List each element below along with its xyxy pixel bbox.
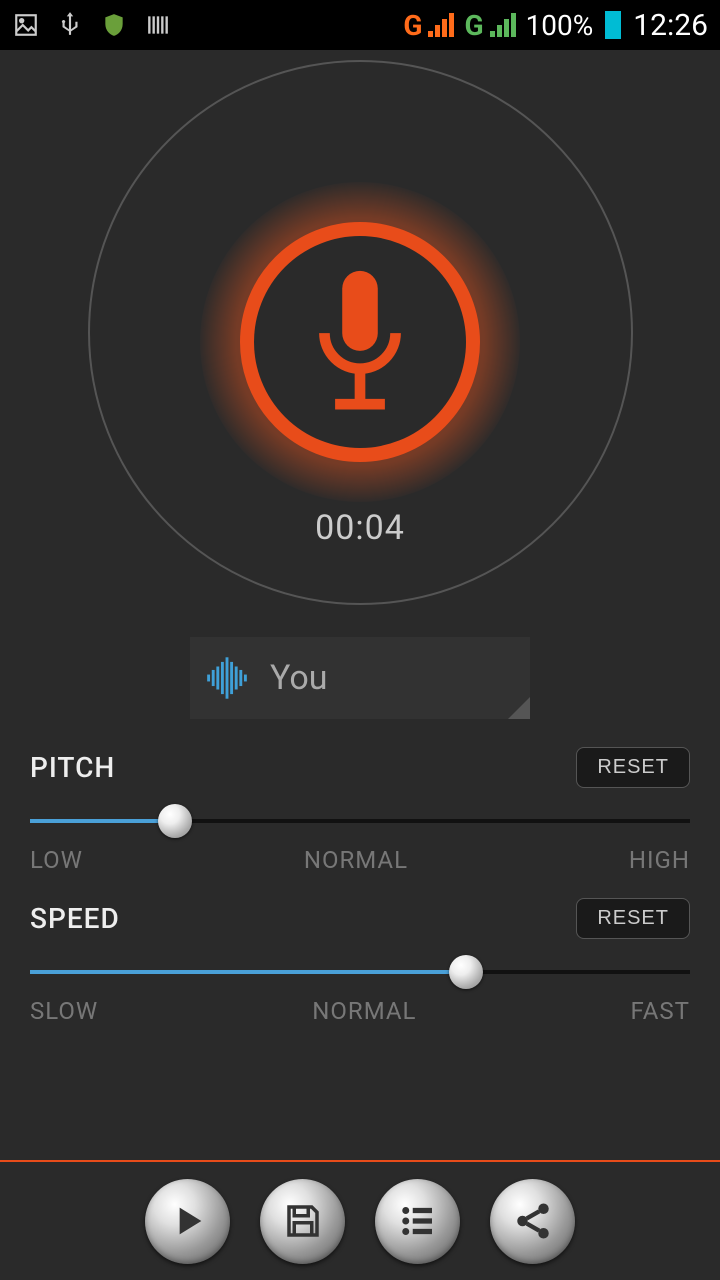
image-icon (12, 11, 40, 39)
barcode-icon (144, 11, 172, 39)
voice-preset-selector[interactable]: You (190, 637, 530, 719)
pitch-thumb[interactable] (158, 804, 192, 838)
pitch-reset-button[interactable]: RESET (576, 747, 690, 788)
app-area: 00:04 You PITCH RESET (0, 50, 720, 1280)
recording-timer: 00:04 (315, 508, 405, 548)
shield-icon (100, 11, 128, 39)
speed-label-fast: FAST (630, 997, 690, 1025)
speed-slider[interactable] (30, 955, 690, 989)
speed-title: SPEED (30, 902, 120, 935)
play-icon (168, 1201, 208, 1241)
signal2-icon (490, 13, 516, 37)
battery-percentage: 100% (526, 9, 594, 42)
speed-thumb[interactable] (449, 955, 483, 989)
status-left (12, 11, 172, 39)
network1-type: G (403, 9, 422, 42)
pitch-label-low: LOW (30, 846, 83, 874)
record-zone: 00:04 (0, 50, 720, 605)
speed-reset-button[interactable]: RESET (576, 898, 690, 939)
battery-icon (605, 11, 621, 39)
clock: 12:26 (633, 8, 708, 43)
sliders-zone: PITCH RESET LOW NORMAL HIGH SPEED RESET (0, 719, 720, 1049)
list-icon (397, 1200, 439, 1242)
pitch-control: PITCH RESET LOW NORMAL HIGH (30, 747, 690, 874)
save-button[interactable] (260, 1179, 345, 1264)
speed-control: SPEED RESET SLOW NORMAL FAST (30, 898, 690, 1025)
status-right: G G 100% 12:26 (403, 8, 708, 43)
record-glow (200, 182, 520, 502)
network2-type: G (464, 9, 483, 42)
pitch-title: PITCH (30, 751, 115, 784)
status-bar: G G 100% 12:26 (0, 0, 720, 50)
record-button[interactable] (240, 222, 480, 462)
bottom-bar (0, 1160, 720, 1280)
voice-preset-label: You (270, 658, 327, 698)
speed-label-slow: SLOW (30, 997, 98, 1025)
play-button[interactable] (145, 1179, 230, 1264)
save-icon (282, 1200, 324, 1242)
waveform-icon (204, 655, 250, 701)
usb-icon (56, 11, 84, 39)
share-button[interactable] (490, 1179, 575, 1264)
pitch-slider[interactable] (30, 804, 690, 838)
signal1-icon (428, 13, 454, 37)
share-icon (512, 1200, 554, 1242)
pitch-label-high: HIGH (629, 846, 690, 874)
list-button[interactable] (375, 1179, 460, 1264)
microphone-icon (305, 262, 415, 422)
record-ring: 00:04 (88, 60, 633, 605)
pitch-label-normal: NORMAL (304, 846, 408, 874)
speed-label-normal: NORMAL (312, 997, 416, 1025)
